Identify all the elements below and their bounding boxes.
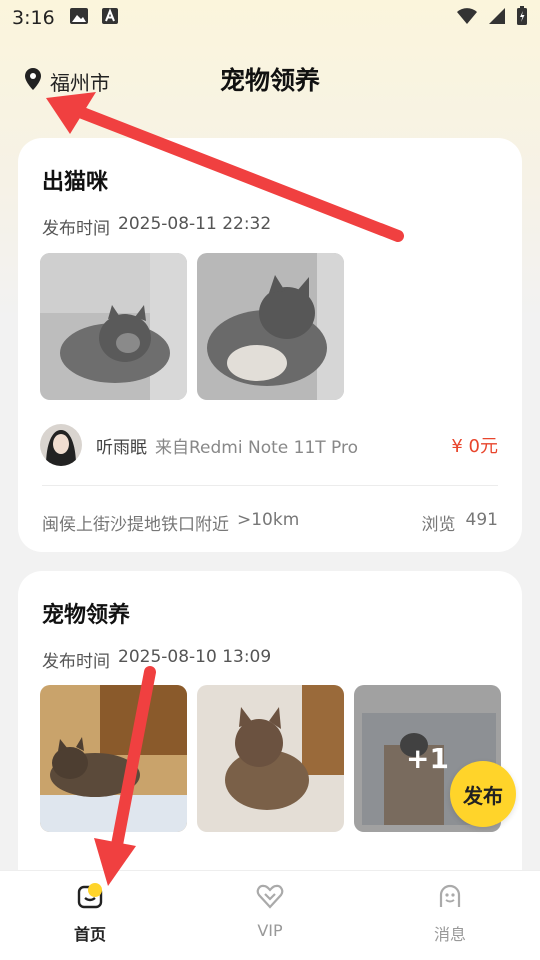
post-title: 宠物领养 <box>42 603 131 628</box>
tab-label: 首页 <box>73 925 106 944</box>
divider <box>42 485 498 486</box>
post-meta: 闽侯上街沙提地铁口附近 >10km 浏览 491 <box>42 510 498 535</box>
signal-icon <box>488 7 506 30</box>
tab-label: VIP <box>257 921 283 940</box>
views-label: 浏览 <box>421 515 456 535</box>
battery-icon <box>516 5 528 31</box>
tab-messages[interactable]: 消息 <box>360 871 540 960</box>
status-time: 3:16 <box>12 7 55 29</box>
post-card[interactable]: 出猫咪 发布时间 2025-08-11 22:32 听雨眠 来自Redmi No… <box>18 138 522 552</box>
tab-vip[interactable]: VIP <box>180 871 360 960</box>
post-price: ¥ 0元 <box>451 436 498 457</box>
post-photos <box>40 253 344 400</box>
post-views: 浏览 491 <box>422 510 498 535</box>
post-photo[interactable] <box>40 685 187 832</box>
status-bar: 3:16 <box>0 0 540 36</box>
post-time-label: 发布时间 <box>42 652 110 672</box>
page-header: 福州市 宠物领养 <box>0 55 540 105</box>
wifi-icon <box>456 7 478 30</box>
post-photo[interactable] <box>40 253 187 400</box>
post-photo[interactable] <box>197 685 344 832</box>
post-time-label: 发布时间 <box>42 219 110 239</box>
post-time-value: 2025-08-11 22:32 <box>118 214 272 234</box>
home-icon <box>75 881 105 915</box>
views-count: 491 <box>465 510 498 530</box>
post-photos: +1 <box>40 685 501 832</box>
post-time: 发布时间 2025-08-10 13:09 <box>42 647 271 672</box>
post-time: 发布时间 2025-08-11 22:32 <box>42 214 271 239</box>
tab-home[interactable]: 首页 <box>0 871 180 960</box>
post-photo[interactable] <box>197 253 344 400</box>
post-address: 闽侯上街沙提地铁口附近 <box>42 515 229 535</box>
publish-button[interactable]: 发布 <box>450 761 516 827</box>
author-avatar[interactable] <box>40 424 82 466</box>
post-card[interactable]: 宠物领养 发布时间 2025-08-10 13:09 +1 <box>18 571 522 901</box>
vip-heart-icon <box>255 881 285 915</box>
page-title: 宠物领养 <box>219 66 320 95</box>
author-name: 听雨眠 <box>96 437 147 458</box>
post-time-value: 2025-08-10 13:09 <box>118 647 272 667</box>
post-distance: >10km <box>237 510 300 530</box>
post-title: 出猫咪 <box>42 170 109 195</box>
gallery-notification-icon <box>69 7 89 30</box>
text-notification-icon <box>101 7 119 30</box>
author-device: 来自Redmi Note 11T Pro <box>155 437 359 458</box>
message-icon <box>435 881 465 915</box>
author-row: 听雨眠 来自Redmi Note 11T Pro ¥ 0元 <box>40 424 498 466</box>
tab-label: 消息 <box>433 925 466 944</box>
bottom-tab-bar: 首页 VIP 消息 <box>0 870 540 960</box>
